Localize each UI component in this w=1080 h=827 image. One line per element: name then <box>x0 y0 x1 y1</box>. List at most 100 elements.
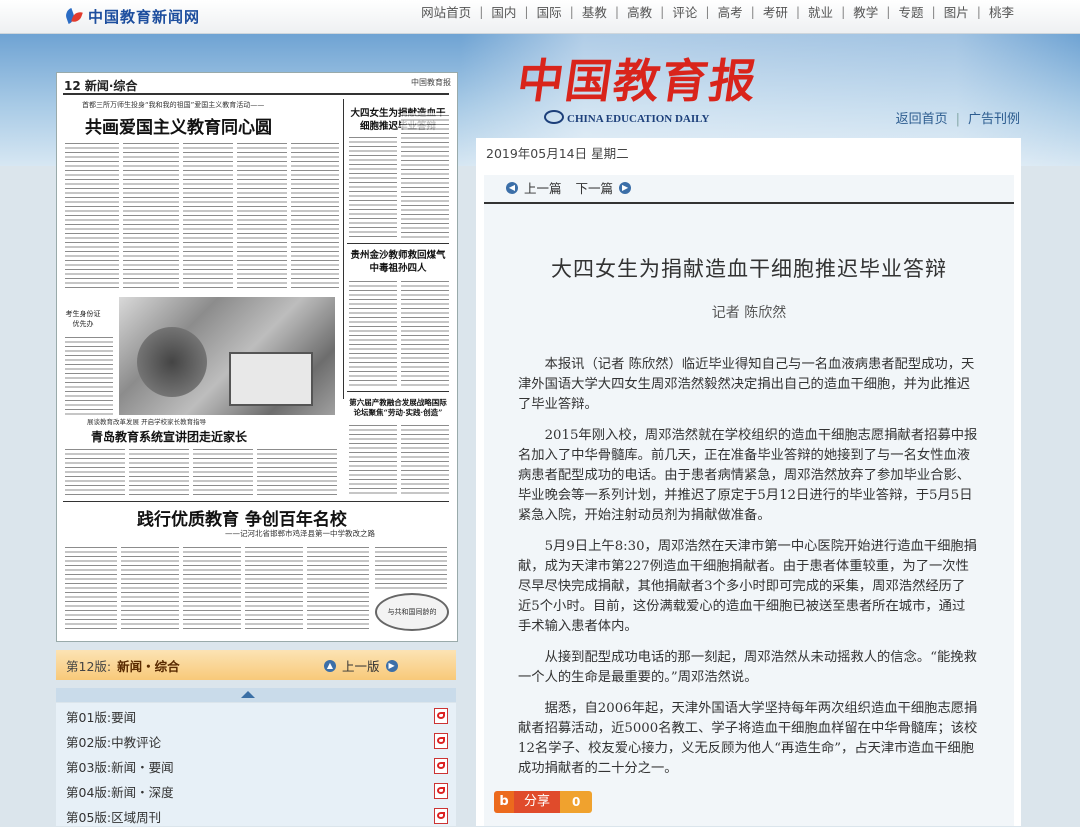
nav-item-higher-edu[interactable]: 高教 <box>627 2 652 21</box>
top-nav: 网站首页 | 国内 | 国际 | 基教 | 高教 | 评论 | 高考 | 考研 | 就业 | 教学… <box>421 0 1014 22</box>
current-edition-number: 第12版: <box>66 658 112 674</box>
prev-arrow-icon: ▲ <box>324 659 336 672</box>
nav-separator: | <box>976 3 981 19</box>
nav-item-home[interactable]: 网站首页 <box>421 2 471 21</box>
prev-edition-button[interactable]: ▲ 上一版 ▶ <box>318 656 404 675</box>
article-title: 大四女生为捐献造血干细胞推迟毕业答辩 <box>551 257 947 281</box>
text-block <box>65 545 117 631</box>
text-block <box>193 447 253 495</box>
article-rule <box>484 202 1014 204</box>
edition-item[interactable]: 第05版: 区域周刊 <box>66 805 448 827</box>
text-block <box>121 545 179 631</box>
share-label: 分享 <box>514 791 561 813</box>
nav-separator: | <box>705 3 710 19</box>
article-paragraph: 2015年刚入校，周邓浩然就在学校组织的造血干细胞志愿捐献者招募中报名加入了中华… <box>518 428 978 523</box>
edition-item[interactable]: 第02版: 中教评论 <box>66 730 448 752</box>
nav-item-gaokao[interactable]: 高考 <box>718 2 743 21</box>
nav-item-teaching[interactable]: 教学 <box>853 2 878 21</box>
news-photo[interactable] <box>119 297 335 415</box>
nav-item-comment[interactable]: 评论 <box>672 2 697 21</box>
text-block <box>291 141 339 291</box>
article-paragraph: 本报讯（记者 陈欣然）临近毕业得知自己与一名血液病患者配型成功，天津外国语大学大… <box>518 357 975 412</box>
nav-item-domestic[interactable]: 国内 <box>491 2 516 21</box>
nav-separator: | <box>479 3 484 19</box>
prev-article-link[interactable]: 上一篇 <box>524 178 562 197</box>
site-logo-icon <box>64 7 84 25</box>
article-panel: 2019年05月14日 星期二 ◀ 上一篇 下一篇 ▶ 大四女生为捐献造血干细胞… <box>476 138 1021 826</box>
text-block <box>349 135 397 239</box>
nav-item-kaoyan[interactable]: 考研 <box>763 2 788 21</box>
prev-edition-label: 上一版 <box>342 659 380 674</box>
current-edition-name: 新闻・综合 <box>117 658 180 674</box>
next-article-icon[interactable]: ▶ <box>619 181 632 194</box>
text-block <box>65 335 113 415</box>
masthead-english: CHINA EDUCATION DAILY <box>544 110 709 125</box>
text-block <box>401 279 449 387</box>
header-links: 返回首页 | 广告刊例 <box>896 108 1020 127</box>
article-paragraph: 5月9日上午8:30，周邓浩然在天津市第一中心医院开始进行造血干细胞捐献，成为天… <box>518 539 977 634</box>
link-separator: | <box>955 112 960 127</box>
story-divider <box>347 391 449 392</box>
ad-rates-link[interactable]: 广告刊例 <box>968 112 1020 127</box>
top-bar: 中国教育新闻网 网站首页 | 国内 | 国际 | 基教 | 高教 | 评论 | 高考 | 考研… <box>0 0 1080 34</box>
text-block <box>237 141 287 291</box>
text-block <box>307 545 369 631</box>
text-block <box>183 141 233 291</box>
text-block <box>129 447 189 495</box>
nav-separator: | <box>931 3 936 19</box>
nav-item-pictures[interactable]: 图片 <box>944 2 969 21</box>
page-head-label: 12 新闻·综合 <box>64 79 138 93</box>
page-head-masthead: 中国教育报 <box>411 78 451 87</box>
next-article-link[interactable]: 下一篇 <box>576 178 614 197</box>
text-block <box>375 545 447 589</box>
pdf-icon[interactable] <box>434 733 448 749</box>
nav-item-international[interactable]: 国际 <box>537 2 562 21</box>
pdf-icon[interactable] <box>434 708 448 724</box>
share-button[interactable]: b 分享 0 <box>494 791 593 813</box>
pdf-icon[interactable] <box>434 783 448 799</box>
next-arrow-icon[interactable]: ▶ <box>385 659 398 672</box>
share-count: 0 <box>560 791 593 813</box>
story-headline-main[interactable]: 共画爱国主义教育同心圆 <box>85 113 272 138</box>
edition-name[interactable]: 新闻・深度 <box>111 782 174 801</box>
scroll-up-icon[interactable] <box>56 688 456 702</box>
story-headline-mid[interactable]: 青岛教育系统宣讲团走近家长 <box>91 428 247 445</box>
nav-item-topics[interactable]: 专题 <box>899 2 924 21</box>
text-block <box>65 141 119 291</box>
current-edition-label: 第12版: 新闻・综合 <box>66 656 180 675</box>
edition-name[interactable]: 区域周刊 <box>111 807 161 826</box>
nav-separator: | <box>750 3 755 19</box>
text-block <box>349 279 397 387</box>
nav-separator: | <box>886 3 891 19</box>
nav-item-taoli[interactable]: 桃李 <box>989 2 1014 21</box>
article-author: 记者 陈欣然 <box>711 305 787 321</box>
article-paragraph: 从接到配型成功电话的那一刻起，周邓浩然从未动摇救人的信念。“能挽救一个人的生命是… <box>518 650 977 685</box>
pdf-icon[interactable] <box>434 758 448 774</box>
current-edition-bar: 第12版: 新闻・综合 ▲ 上一版 ▶ <box>56 650 456 680</box>
article-box: ◀ 上一篇 下一篇 ▶ 大四女生为捐献造血干细胞推迟毕业答辩 记者 陈欣然 本报… <box>484 175 1014 826</box>
back-home-link[interactable]: 返回首页 <box>896 112 948 127</box>
story-headline-right3[interactable]: 第六届产教融合发展战略国际论坛聚焦“劳动·实践·创造” <box>349 398 447 418</box>
nav-item-basic-edu[interactable]: 基教 <box>582 2 607 21</box>
share-icon: b <box>494 791 514 813</box>
site-logo[interactable]: 中国教育新闻网 <box>64 4 200 28</box>
story-subhead-bottom: ——记河北省邯郸市鸡泽县第一中学教改之路 <box>225 529 375 538</box>
edition-name[interactable]: 要闻 <box>111 707 136 726</box>
commemorative-seal: 与共和国同龄的 <box>375 593 449 631</box>
issue-date: 2019年05月14日 星期二 <box>486 146 629 161</box>
edition-name[interactable]: 新闻・要闻 <box>111 757 174 776</box>
story-headline-right2[interactable]: 贵州金沙教师救回煤气中毒祖孙四人 <box>349 249 447 275</box>
pdf-icon[interactable] <box>434 808 448 824</box>
edition-item[interactable]: 第04版: 新闻・深度 <box>66 780 448 802</box>
nav-separator: | <box>614 3 620 19</box>
story-headline-bottom[interactable]: 践行优质教育 争创百年名校 <box>137 505 347 530</box>
edition-name[interactable]: 中教评论 <box>111 732 161 751</box>
text-block <box>245 545 303 631</box>
nav-item-jobs[interactable]: 就业 <box>808 2 833 21</box>
prev-article-icon[interactable]: ◀ <box>506 181 518 194</box>
story-divider <box>347 243 449 244</box>
newspaper-page-image[interactable]: 12 新闻·综合 中国教育报 首都三所万师生投身“我和我的祖国”爱国主义教育活动… <box>56 72 458 642</box>
story-kicker: 首都三所万师生投身“我和我的祖国”爱国主义教育活动—— <box>82 101 265 109</box>
edition-item[interactable]: 第01版: 要闻 <box>66 705 448 727</box>
edition-item[interactable]: 第03版: 新闻・要闻 <box>66 755 448 777</box>
